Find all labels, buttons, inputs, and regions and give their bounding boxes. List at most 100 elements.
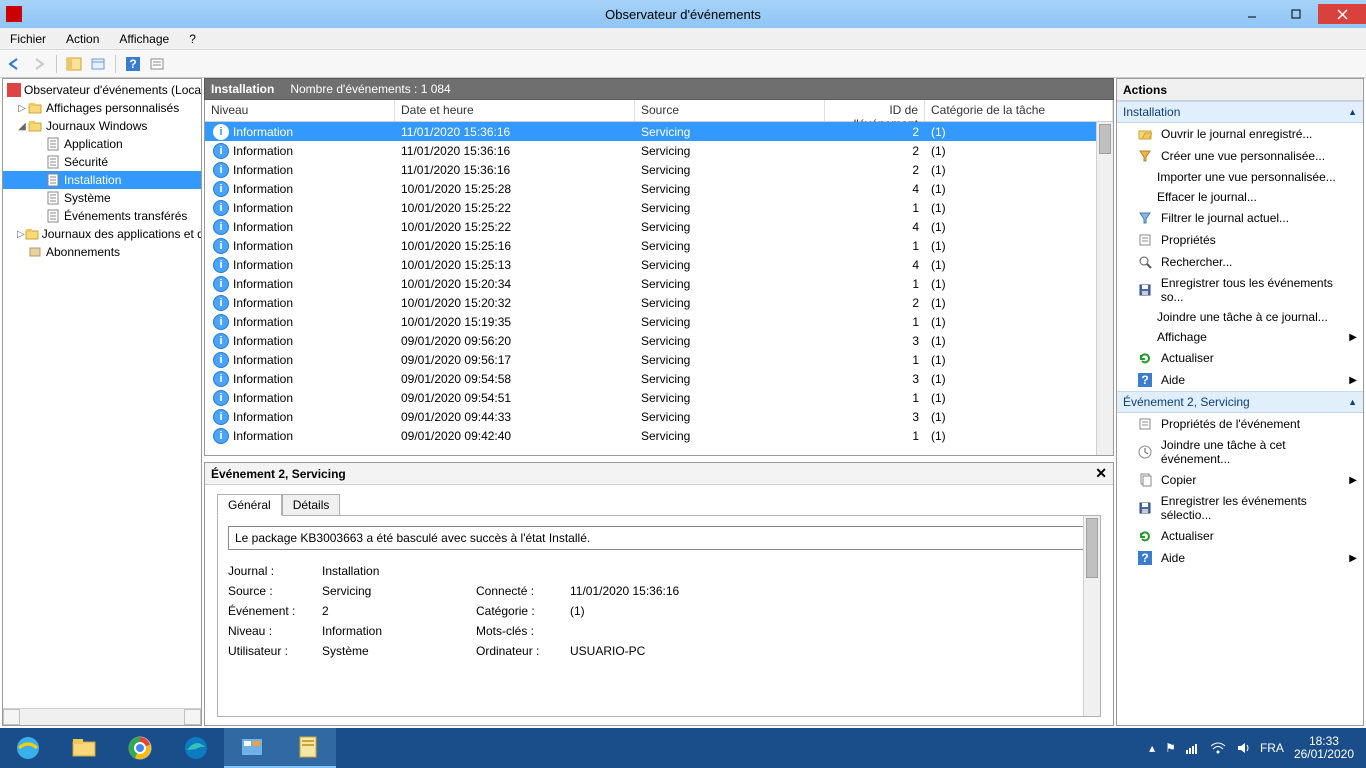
action-item[interactable]: Propriétés de l'événement <box>1117 413 1363 435</box>
tray-clock[interactable]: 18:33 26/01/2020 <box>1294 735 1354 761</box>
event-row[interactable]: iInformation10/01/2020 15:25:16Servicing… <box>205 236 1113 255</box>
col-category[interactable]: Catégorie de la tâche <box>925 100 1113 121</box>
label-computer: Ordinateur : <box>476 644 566 658</box>
forward-button[interactable] <box>28 53 50 75</box>
tray-up-icon[interactable]: ▴ <box>1149 741 1155 755</box>
tree-item[interactable]: Installation <box>3 171 201 189</box>
detail-close-button[interactable]: ✕ <box>1095 465 1107 482</box>
event-source: Servicing <box>635 334 825 348</box>
event-id: 3 <box>825 334 925 348</box>
tree-item[interactable]: Sécurité <box>3 153 201 171</box>
flag-icon[interactable]: ⚑ <box>1165 741 1176 755</box>
event-row[interactable]: iInformation09/01/2020 09:56:20Servicing… <box>205 331 1113 350</box>
event-row[interactable]: iInformation10/01/2020 15:20:34Servicing… <box>205 274 1113 293</box>
help-toolbar-button[interactable]: ? <box>122 53 144 75</box>
tab-general[interactable]: Général <box>217 494 282 516</box>
actions-group-event[interactable]: Événement 2, Servicing▲ <box>1117 391 1363 413</box>
event-row[interactable]: iInformation10/01/2020 15:25:22Servicing… <box>205 198 1113 217</box>
event-row[interactable]: iInformation09/01/2020 09:56:17Servicing… <box>205 350 1113 369</box>
tree-item[interactable]: Abonnements <box>3 243 201 261</box>
action-item[interactable]: Copier▶ <box>1117 469 1363 491</box>
event-cat: (1) <box>925 334 1113 348</box>
tree-item[interactable]: Application <box>3 135 201 153</box>
tree-item[interactable]: Événements transférés <box>3 207 201 225</box>
wifi-icon[interactable] <box>1210 742 1226 754</box>
detail-scrollbar[interactable] <box>1083 516 1100 716</box>
action-item[interactable]: Enregistrer tous les événements so... <box>1117 273 1363 307</box>
event-level: Information <box>233 277 293 291</box>
action-item[interactable]: Rechercher... <box>1117 251 1363 273</box>
tree-scrollbar[interactable] <box>3 708 201 725</box>
action-item[interactable]: Importer une vue personnalisée... <box>1117 167 1363 187</box>
close-button[interactable] <box>1318 4 1366 24</box>
detail-message: Le package KB3003663 a été basculé avec … <box>228 526 1090 550</box>
col-date[interactable]: Date et heure <box>395 100 635 121</box>
action-item[interactable]: Enregistrer les événements sélectio... <box>1117 491 1363 525</box>
tree-root[interactable]: Observateur d'événements (Local) <box>3 81 201 99</box>
menu-help[interactable]: ? <box>179 32 206 46</box>
event-cat: (1) <box>925 239 1113 253</box>
event-row[interactable]: iInformation09/01/2020 09:42:40Servicing… <box>205 426 1113 445</box>
event-row[interactable]: iInformation10/01/2020 15:25:28Servicing… <box>205 179 1113 198</box>
actions-group-log[interactable]: Installation▲ <box>1117 101 1363 123</box>
action-item[interactable]: ?Aide▶ <box>1117 547 1363 569</box>
filter-toolbar-button[interactable] <box>146 53 168 75</box>
event-row[interactable]: iInformation11/01/2020 15:36:16Servicing… <box>205 160 1113 179</box>
event-row[interactable]: iInformation11/01/2020 15:36:16Servicing… <box>205 141 1113 160</box>
info-icon: i <box>213 181 229 197</box>
back-button[interactable] <box>4 53 26 75</box>
section-count: Nombre d'événements : 1 084 <box>290 82 450 96</box>
menu-action[interactable]: Action <box>56 32 109 46</box>
taskbar-edge[interactable] <box>168 728 224 768</box>
grid-scrollbar[interactable] <box>1096 122 1113 455</box>
event-row[interactable]: iInformation09/01/2020 09:44:33Servicing… <box>205 407 1113 426</box>
event-row[interactable]: iInformation09/01/2020 09:54:51Servicing… <box>205 388 1113 407</box>
tree-item[interactable]: Système <box>3 189 201 207</box>
action-item[interactable]: Actualiser <box>1117 525 1363 547</box>
tree-item[interactable]: ▷Journaux des applications et des servic… <box>3 225 201 243</box>
action-item[interactable]: Filtrer le journal actuel... <box>1117 207 1363 229</box>
taskbar-controlpanel[interactable] <box>224 728 280 768</box>
action-item[interactable]: Ouvrir le journal enregistré... <box>1117 123 1363 145</box>
menu-display[interactable]: Affichage <box>109 32 179 46</box>
minimize-button[interactable] <box>1230 4 1274 24</box>
tab-details[interactable]: Détails <box>282 494 341 516</box>
tree-item-icon <box>45 172 61 188</box>
taskbar-eventviewer[interactable] <box>280 728 336 768</box>
action-item[interactable]: Propriétés <box>1117 229 1363 251</box>
tree-item-label: Installation <box>64 173 121 187</box>
event-row[interactable]: iInformation09/01/2020 09:54:58Servicing… <box>205 369 1113 388</box>
action-item[interactable]: Affichage▶ <box>1117 327 1363 347</box>
event-row[interactable]: iInformation10/01/2020 15:20:32Servicing… <box>205 293 1113 312</box>
event-id: 1 <box>825 391 925 405</box>
col-id[interactable]: ID de l'événement <box>825 100 925 121</box>
volume-icon[interactable] <box>1236 741 1250 755</box>
action-item[interactable]: Joindre une tâche à ce journal... <box>1117 307 1363 327</box>
maximize-button[interactable] <box>1274 4 1318 24</box>
info-icon: i <box>213 295 229 311</box>
properties-toolbar-button[interactable] <box>87 53 109 75</box>
tree-item[interactable]: ◢Journaux Windows <box>3 117 201 135</box>
info-icon: i <box>213 371 229 387</box>
col-level[interactable]: Niveau <box>205 100 395 121</box>
network-icon[interactable] <box>1186 741 1200 755</box>
action-item[interactable]: Créer une vue personnalisée... <box>1117 145 1363 167</box>
action-item[interactable]: ?Aide▶ <box>1117 369 1363 391</box>
event-row[interactable]: iInformation10/01/2020 15:25:22Servicing… <box>205 217 1113 236</box>
taskbar-ie[interactable] <box>0 728 56 768</box>
action-item[interactable]: Joindre une tâche à cet événement... <box>1117 435 1363 469</box>
tree-item[interactable]: ▷Affichages personnalisés <box>3 99 201 117</box>
action-item[interactable]: Actualiser <box>1117 347 1363 369</box>
col-source[interactable]: Source <box>635 100 825 121</box>
taskbar-explorer[interactable] <box>56 728 112 768</box>
event-date: 10/01/2020 15:20:32 <box>395 296 635 310</box>
event-id: 2 <box>825 163 925 177</box>
taskbar-chrome[interactable] <box>112 728 168 768</box>
action-item[interactable]: Effacer le journal... <box>1117 187 1363 207</box>
show-tree-button[interactable] <box>63 53 85 75</box>
event-row[interactable]: iInformation10/01/2020 15:25:13Servicing… <box>205 255 1113 274</box>
event-row[interactable]: iInformation10/01/2020 15:19:35Servicing… <box>205 312 1113 331</box>
event-row[interactable]: iInformation11/01/2020 15:36:16Servicing… <box>205 122 1113 141</box>
menu-file[interactable]: Fichier <box>0 32 56 46</box>
tray-lang[interactable]: FRA <box>1260 741 1284 755</box>
